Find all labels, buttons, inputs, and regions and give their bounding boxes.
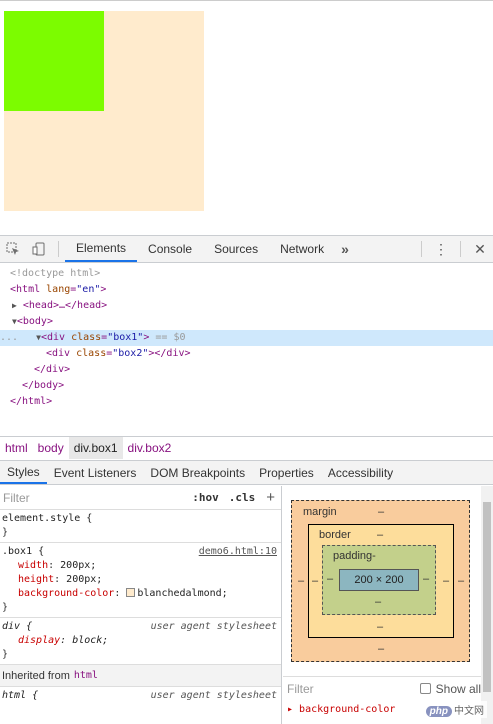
border-label: border xyxy=(319,529,351,541)
margin-top-value[interactable]: – xyxy=(378,506,384,518)
show-all-toggle[interactable]: Show all xyxy=(419,682,481,696)
inherited-from-row: Inherited from html xyxy=(0,665,281,687)
toolbar-separator xyxy=(460,241,461,257)
tab-properties[interactable]: Properties xyxy=(252,461,321,484)
border-bottom-value[interactable]: – xyxy=(377,621,383,633)
cls-button[interactable]: .cls xyxy=(224,491,261,504)
color-swatch-icon[interactable] xyxy=(126,588,136,597)
dom-node-body[interactable]: ▼<body> xyxy=(0,314,493,330)
dom-node-html[interactable]: <html lang="en"> xyxy=(0,282,493,298)
scrollbar[interactable] xyxy=(481,486,493,724)
prop-height[interactable]: height: 200px; xyxy=(2,573,281,587)
toolbar-separator xyxy=(58,241,59,257)
hov-button[interactable]: :hov xyxy=(187,491,224,504)
ua-stylesheet-label: user agent stylesheet xyxy=(150,690,277,701)
devtools-panel: Elements Console Sources Network » ⋮ ✕ <… xyxy=(0,235,493,724)
dom-node-close-html[interactable]: </html> xyxy=(0,394,493,410)
rule-box1: .box1 { demo6.html:10 width: 200px; heig… xyxy=(0,543,281,618)
box1[interactable] xyxy=(4,11,204,211)
margin-left-value[interactable]: – xyxy=(298,575,304,587)
dom-node-doctype[interactable]: <!doctype html> xyxy=(0,266,493,282)
scrollbar-thumb[interactable] xyxy=(483,502,491,692)
padding-label: padding- xyxy=(333,550,376,562)
padding-left-value[interactable]: – xyxy=(327,573,333,585)
tab-event-listeners[interactable]: Event Listeners xyxy=(47,461,144,484)
padding-bottom-value[interactable]: – xyxy=(375,596,381,608)
computed-filter-input[interactable]: Filter xyxy=(287,682,314,696)
breadcrumb-html[interactable]: html xyxy=(0,441,33,455)
select-element-icon[interactable] xyxy=(0,236,26,262)
margin-bottom-value[interactable]: – xyxy=(378,643,384,655)
prop-display: display: block; xyxy=(18,635,109,646)
tab-console[interactable]: Console xyxy=(137,236,203,262)
styles-pane: Filter :hov .cls + element.style { } .bo… xyxy=(0,486,282,724)
padding-box: padding- – – – 200 × 200 xyxy=(322,545,436,615)
content-box[interactable]: 200 × 200 xyxy=(339,569,419,591)
prop-background-color[interactable]: background-color: blanchedalmond; xyxy=(2,587,281,601)
margin-right-value[interactable]: – xyxy=(458,575,464,587)
close-icon[interactable]: ✕ xyxy=(467,236,493,262)
breadcrumb: html body div.box1 div.box2 xyxy=(0,436,493,459)
box2[interactable] xyxy=(4,11,104,111)
page-viewport xyxy=(0,0,493,235)
tab-styles[interactable]: Styles xyxy=(0,461,47,484)
device-toolbar-icon[interactable] xyxy=(26,236,52,262)
watermark: php 中文网 xyxy=(422,701,487,718)
breadcrumb-body[interactable]: body xyxy=(33,441,69,455)
sidebar-tabs: Styles Event Listeners DOM Breakpoints P… xyxy=(0,460,493,485)
inherited-from-link[interactable]: html xyxy=(74,670,98,681)
margin-label: margin xyxy=(303,506,337,518)
rule-source-link[interactable]: demo6.html:10 xyxy=(199,545,277,559)
tab-network[interactable]: Network xyxy=(269,236,335,262)
expand-triangle-icon[interactable]: ▶ xyxy=(12,301,17,310)
rule-html-ua: html { user agent stylesheet xyxy=(0,687,281,705)
prop-width[interactable]: width: 200px; xyxy=(2,559,281,573)
border-right-value[interactable]: – xyxy=(443,575,449,587)
more-tabs-icon[interactable]: » xyxy=(335,236,355,262)
dom-node-close-body[interactable]: </body> xyxy=(0,378,493,394)
dom-node-close-div[interactable]: </div> xyxy=(0,362,493,378)
styles-filter-row: Filter :hov .cls + xyxy=(0,486,281,510)
computed-property-row[interactable]: ▸ background-color xyxy=(287,704,395,715)
tab-elements[interactable]: Elements xyxy=(65,236,138,262)
devtools-tabbar: Elements Console Sources Network » ⋮ ✕ xyxy=(0,236,493,263)
padding-right-value[interactable]: – xyxy=(423,573,429,585)
styles-filter-input[interactable]: Filter xyxy=(0,491,187,505)
border-left-value[interactable]: – xyxy=(312,575,318,587)
php-logo: php xyxy=(425,706,452,717)
computed-filter-row: Filter Show all xyxy=(283,676,481,700)
rule-element-style: element.style { } xyxy=(0,510,281,543)
border-box: border – – – – padding- – – – 200 × 200 xyxy=(308,524,454,638)
border-top-value[interactable]: – xyxy=(377,529,383,541)
dom-node-div-box1[interactable]: ... ▼<div class="box1"> == $0 xyxy=(0,330,493,346)
tab-dom-breakpoints[interactable]: DOM Breakpoints xyxy=(143,461,252,484)
tab-accessibility[interactable]: Accessibility xyxy=(321,461,400,484)
rule-div-ua: div { user agent stylesheet display: blo… xyxy=(0,618,281,665)
box-model-diagram: margin – – – – border – – – – padding- –… xyxy=(291,500,470,662)
breadcrumb-div-box2[interactable]: div.box2 xyxy=(123,441,177,455)
dom-tree: <!doctype html> <html lang="en"> ▶ <head… xyxy=(0,263,493,435)
breadcrumb-div-box1[interactable]: div.box1 xyxy=(68,437,123,459)
tab-sources[interactable]: Sources xyxy=(203,236,269,262)
checkbox-icon[interactable] xyxy=(419,683,431,694)
dom-node-head[interactable]: ▶ <head>…</head> xyxy=(0,298,493,314)
ua-stylesheet-label: user agent stylesheet xyxy=(150,621,277,632)
toolbar-separator xyxy=(421,241,422,257)
computed-pane: margin – – – – border – – – – padding- –… xyxy=(283,486,493,724)
new-rule-button[interactable]: + xyxy=(260,489,281,506)
kebab-menu-icon[interactable]: ⋮ xyxy=(428,236,454,262)
dom-node-div-box2[interactable]: <div class="box2"></div> xyxy=(0,346,493,362)
